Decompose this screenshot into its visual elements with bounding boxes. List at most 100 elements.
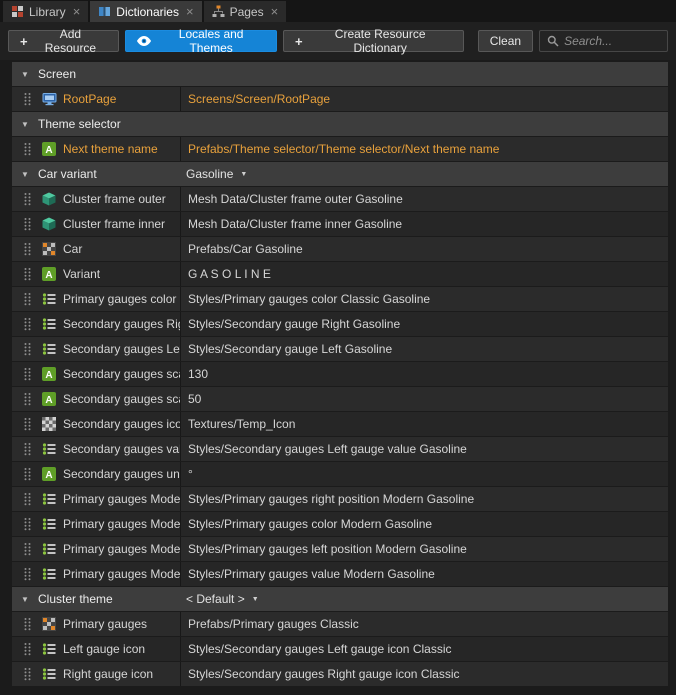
collapse-triangle-icon[interactable]: ▼ — [12, 170, 38, 179]
svg-text:A: A — [45, 470, 52, 481]
resource-name: Car — [63, 242, 180, 256]
svg-text:A: A — [45, 370, 52, 381]
resource-value: Textures/Temp_Icon — [180, 412, 668, 436]
section-dropdown[interactable]: Gasoline ▼ — [186, 167, 247, 181]
add-resource-button[interactable]: + Add Resource — [8, 30, 119, 52]
table-row[interactable]: Primary gauges color Styles/Primary gaug… — [12, 287, 668, 311]
drag-handle-icon[interactable] — [12, 492, 42, 506]
text-icon: A — [42, 267, 57, 281]
resource-value: Prefabs/Primary gauges Classic — [180, 612, 668, 636]
search-box[interactable] — [539, 30, 668, 52]
resource-name: Primary gauges Mode — [63, 542, 180, 556]
drag-handle-icon[interactable] — [12, 142, 42, 156]
drag-handle-icon[interactable] — [12, 342, 42, 356]
drag-handle-icon[interactable] — [12, 667, 42, 681]
close-icon[interactable]: × — [186, 5, 194, 18]
section-header[interactable]: ▼ Theme selector — [12, 112, 668, 136]
table-row[interactable]: Cluster frame outer Mesh Data/Cluster fr… — [12, 187, 668, 211]
collapse-triangle-icon[interactable]: ▼ — [12, 595, 38, 604]
table-row[interactable]: Car Prefabs/Car Gasoline — [12, 237, 668, 261]
section-header[interactable]: ▼ Cluster theme < Default > ▼ — [12, 587, 668, 611]
drag-handle-icon[interactable] — [12, 617, 42, 631]
drag-handle-icon[interactable] — [12, 92, 42, 106]
close-icon[interactable]: × — [271, 5, 279, 18]
drag-handle-icon[interactable] — [12, 367, 42, 381]
table-row[interactable]: Secondary gauges Lef Styles/Secondary ga… — [12, 337, 668, 361]
collapse-triangle-icon[interactable]: ▼ — [12, 120, 38, 129]
drag-handle-icon[interactable] — [12, 267, 42, 281]
mesh-icon — [42, 192, 57, 206]
drag-handle-icon[interactable] — [12, 392, 42, 406]
dictionaries-icon — [98, 5, 111, 18]
section-dropdown[interactable]: < Default > ▼ — [186, 592, 259, 606]
section-label: Car variant — [38, 167, 97, 181]
table-row[interactable]: Secondary gauges val Styles/Secondary ga… — [12, 437, 668, 461]
locales-and-themes-label: Locales and Themes — [157, 27, 265, 55]
drag-handle-icon[interactable] — [12, 242, 42, 256]
table-row[interactable]: Primary gauges Mode Styles/Primary gauge… — [12, 512, 668, 536]
section-label: Screen — [38, 67, 76, 81]
collapse-triangle-icon[interactable]: ▼ — [12, 70, 38, 79]
clean-button[interactable]: Clean — [478, 30, 533, 52]
table-row[interactable]: Right gauge icon Styles/Secondary gauges… — [12, 662, 668, 686]
resource-value: Prefabs/Theme selector/Theme selector/Ne… — [180, 137, 668, 161]
table-row[interactable]: RootPage Screens/Screen/RootPage — [12, 87, 668, 111]
mesh-icon — [42, 217, 57, 231]
section-header[interactable]: ▼ Screen — [12, 62, 668, 86]
table-row[interactable]: Primary gauges Mode Styles/Primary gauge… — [12, 537, 668, 561]
table-row[interactable]: Primary gauges Mode Styles/Primary gauge… — [12, 487, 668, 511]
resource-value: Styles/Secondary gauge Left Gasoline — [180, 337, 668, 361]
drag-handle-icon[interactable] — [12, 192, 42, 206]
tab-library[interactable]: Library × — [3, 1, 88, 22]
table-row[interactable]: A Secondary gauges sca 130 — [12, 362, 668, 386]
drag-handle-icon[interactable] — [12, 642, 42, 656]
table-row[interactable]: Secondary gauges Rig Styles/Secondary ga… — [12, 312, 668, 336]
table-row[interactable]: A Secondary gauges sca 50 — [12, 387, 668, 411]
resource-name: Secondary gauges Lef — [63, 342, 180, 356]
section-dropdown-value: < Default > — [186, 592, 245, 606]
table-row[interactable]: A Next theme name Prefabs/Theme selector… — [12, 137, 668, 161]
resource-value: Styles/Secondary gauges Left gauge icon … — [180, 637, 668, 661]
section-header[interactable]: ▼ Car variant Gasoline ▼ — [12, 162, 668, 186]
resource-name: Secondary gauges ico — [63, 417, 180, 431]
table-row[interactable]: Primary gauges Prefabs/Primary gauges Cl… — [12, 612, 668, 636]
toolbar: + Add Resource Locales and Themes + Crea… — [0, 22, 676, 60]
drag-handle-icon[interactable] — [12, 442, 42, 456]
style-icon — [42, 492, 57, 506]
drag-handle-icon[interactable] — [12, 467, 42, 481]
table-row[interactable]: Primary gauges Mode Styles/Primary gauge… — [12, 562, 668, 586]
screen-icon — [42, 92, 57, 106]
style-icon — [42, 567, 57, 581]
search-input[interactable] — [564, 34, 660, 48]
resource-name: Primary gauges Mode — [63, 567, 180, 581]
tab-pages[interactable]: Pages × — [204, 1, 287, 22]
prefab-icon — [42, 617, 57, 631]
resource-value: Styles/Primary gauges color Classic Gaso… — [180, 287, 668, 311]
resource-name: Primary gauges — [63, 617, 180, 631]
resource-value: Styles/Primary gauges right position Mod… — [180, 487, 668, 511]
clean-label: Clean — [490, 34, 521, 48]
drag-handle-icon[interactable] — [12, 217, 42, 231]
table-row[interactable]: Cluster frame inner Mesh Data/Cluster fr… — [12, 212, 668, 236]
style-icon — [42, 292, 57, 306]
pages-icon — [212, 5, 225, 18]
resource-name: Secondary gauges val — [63, 442, 180, 456]
drag-handle-icon[interactable] — [12, 417, 42, 431]
close-icon[interactable]: × — [73, 5, 81, 18]
table-row[interactable]: A Variant G A S O L I N E — [12, 262, 668, 286]
create-resource-dictionary-button[interactable]: + Create Resource Dictionary — [283, 30, 464, 52]
drag-handle-icon[interactable] — [12, 317, 42, 331]
locales-and-themes-button[interactable]: Locales and Themes — [125, 30, 277, 52]
tab-bar: Library × Dictionaries × Pages × — [0, 0, 676, 22]
style-icon — [42, 642, 57, 656]
drag-handle-icon[interactable] — [12, 517, 42, 531]
style-icon — [42, 342, 57, 356]
drag-handle-icon[interactable] — [12, 542, 42, 556]
table-row[interactable]: Left gauge icon Styles/Secondary gauges … — [12, 637, 668, 661]
resource-name: Variant — [63, 267, 180, 281]
drag-handle-icon[interactable] — [12, 567, 42, 581]
table-row[interactable]: A Secondary gauges un ° — [12, 462, 668, 486]
table-row[interactable]: Secondary gauges ico Textures/Temp_Icon — [12, 412, 668, 436]
drag-handle-icon[interactable] — [12, 292, 42, 306]
tab-dictionaries[interactable]: Dictionaries × — [90, 1, 201, 22]
